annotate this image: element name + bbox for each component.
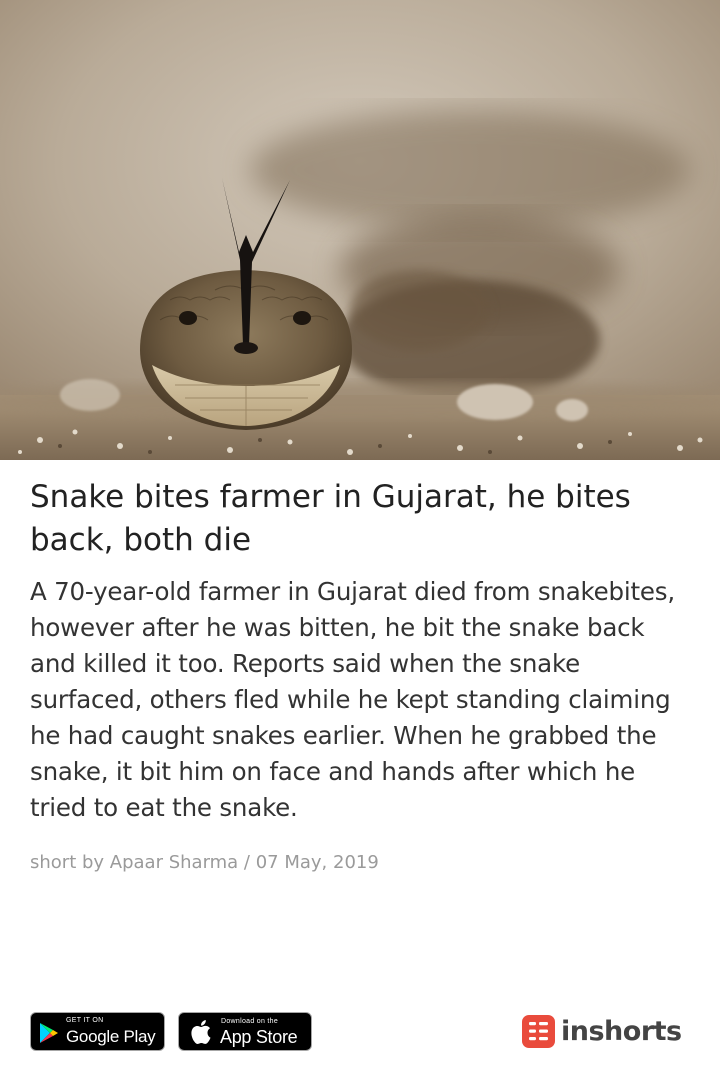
apple-icon: [191, 1020, 211, 1044]
app-store-small-label: Download on the: [221, 1018, 279, 1025]
app-store-badge[interactable]: Download on the App Store: [178, 1012, 312, 1051]
app-store-label: App Store: [220, 1027, 298, 1047]
article-byline: short by Apaar Sharma / 07 May, 2019: [30, 852, 379, 873]
snake-photo: [0, 0, 720, 460]
google-play-icon: [40, 1023, 58, 1043]
inshorts-icon: [522, 1014, 555, 1048]
article-image: [0, 0, 720, 460]
google-play-label: Google Play: [66, 1027, 156, 1046]
article-headline: Snake bites farmer in Gujarat, he bites …: [30, 479, 631, 558]
article-body: A 70-year-old farmer in Gujarat died fro…: [30, 577, 675, 822]
google-play-badge[interactable]: GET IT ON Google Play: [30, 1012, 165, 1051]
inshorts-wordmark: inshorts: [561, 1015, 682, 1047]
google-play-small-label: GET IT ON: [66, 1017, 104, 1024]
inshorts-logo[interactable]: inshorts: [522, 1013, 682, 1049]
